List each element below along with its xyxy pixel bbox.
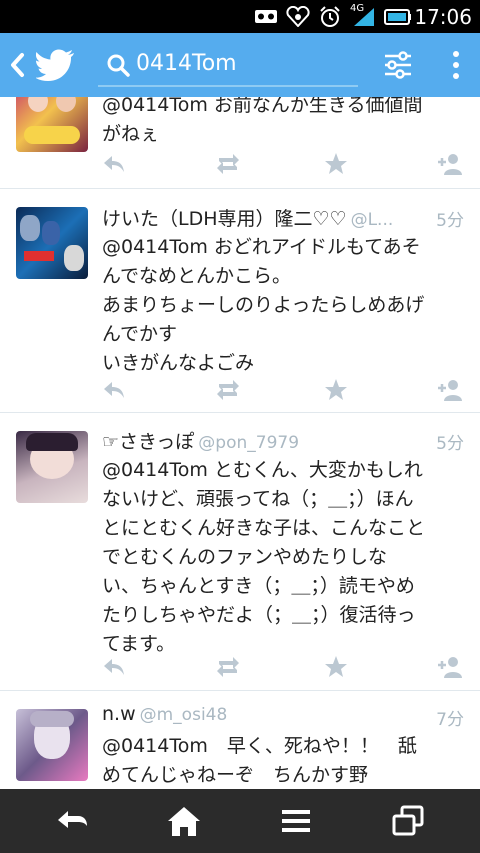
- tweet-time: 5分: [436, 211, 464, 231]
- tweet-header: ☞さきっぽ @pon_7979: [102, 427, 299, 454]
- tweet-text: @0414Tom とむくん、大変かもしれ ないけど、頑張ってね（；＿；）ほん と…: [102, 459, 426, 655]
- avatar[interactable]: [16, 431, 88, 503]
- twitter-bird-icon[interactable]: [36, 47, 76, 83]
- tweet-item[interactable]: n.w @m_osi48 7分 @0414Tom 早く、死ねや！！ 舐 めてんじゃ…: [0, 691, 480, 789]
- back-icon[interactable]: [8, 51, 26, 79]
- tweet-actions: [0, 150, 480, 178]
- tweet-actions: [0, 376, 480, 404]
- follow-icon[interactable]: [436, 653, 464, 681]
- battery-icon: [384, 9, 411, 25]
- search-query[interactable]: 0414Tom: [136, 51, 237, 76]
- app-bar: 0414Tom: [0, 33, 480, 97]
- filter-icon[interactable]: [383, 51, 413, 79]
- retweet-icon[interactable]: [214, 376, 242, 404]
- tweet-header: けいた（LDH専用）隆二♡♡ @L...: [102, 204, 393, 231]
- user-handle[interactable]: @m_osi48: [140, 705, 228, 725]
- tweet-header: n.w @m_osi48: [102, 703, 227, 725]
- system-nav-bar: [0, 789, 480, 853]
- follow-icon[interactable]: [436, 376, 464, 404]
- tweet-item[interactable]: @0414Tom お前なんか生きる価値間 がねぇ: [0, 97, 480, 189]
- user-name[interactable]: けいた（LDH専用）隆二♡♡: [102, 208, 347, 230]
- tweet-item[interactable]: ☞さきっぽ @pon_7979 5分 @0414Tom とむくん、大変かもしれ な…: [0, 413, 480, 691]
- status-bar: 4G 17:06: [0, 0, 480, 33]
- avatar[interactable]: [16, 97, 88, 152]
- tweet-time: 5分: [436, 434, 464, 454]
- favorite-icon[interactable]: [322, 376, 350, 404]
- favorite-icon[interactable]: [322, 653, 350, 681]
- clock: 17:06: [414, 5, 472, 29]
- user-handle[interactable]: @pon_7979: [198, 433, 299, 453]
- recent-apps-icon[interactable]: [388, 803, 428, 839]
- voicemail-icon: [255, 10, 277, 23]
- retweet-icon[interactable]: [214, 150, 242, 178]
- back-nav-icon[interactable]: [52, 803, 92, 839]
- favorite-icon[interactable]: [322, 150, 350, 178]
- reply-icon[interactable]: [100, 150, 128, 178]
- follow-icon[interactable]: [436, 150, 464, 178]
- tweet-time: 7分: [436, 710, 464, 730]
- tweet-text: @0414Tom お前なんか生きる価値間 がねぇ: [102, 97, 423, 145]
- retweet-icon[interactable]: [214, 653, 242, 681]
- reply-icon[interactable]: [100, 376, 128, 404]
- heart-signal-icon: [286, 6, 310, 27]
- menu-nav-icon[interactable]: [276, 803, 316, 839]
- avatar[interactable]: [16, 207, 88, 279]
- reply-icon[interactable]: [100, 653, 128, 681]
- tweet-item[interactable]: けいた（LDH専用）隆二♡♡ @L... 5分 @0414Tom おどれアイドルも…: [0, 190, 480, 413]
- tweet-actions: [0, 653, 480, 681]
- user-name[interactable]: ☞さきっぽ: [102, 431, 194, 453]
- home-nav-icon[interactable]: [164, 803, 204, 839]
- avatar[interactable]: [16, 709, 88, 781]
- signal-4g-icon: [354, 8, 374, 26]
- user-handle[interactable]: @L...: [351, 210, 394, 230]
- alarm-icon: [320, 6, 340, 27]
- user-name[interactable]: n.w: [102, 703, 136, 725]
- tweet-feed[interactable]: @0414Tom お前なんか生きる価値間 がねぇ けいた（LDH専用）隆二♡♡ @…: [0, 97, 480, 789]
- tweet-text: @0414Tom 早く、死ねや！！ 舐 めてんじゃねーぞ ちんかす野 郎: [102, 735, 417, 786]
- search-field[interactable]: 0414Tom: [98, 43, 358, 87]
- search-icon: [107, 54, 130, 77]
- tweet-text: @0414Tom おどれアイドルもてあそ んでなめとんかこら。 あまりちょーしの…: [102, 236, 425, 374]
- more-icon[interactable]: [448, 49, 464, 81]
